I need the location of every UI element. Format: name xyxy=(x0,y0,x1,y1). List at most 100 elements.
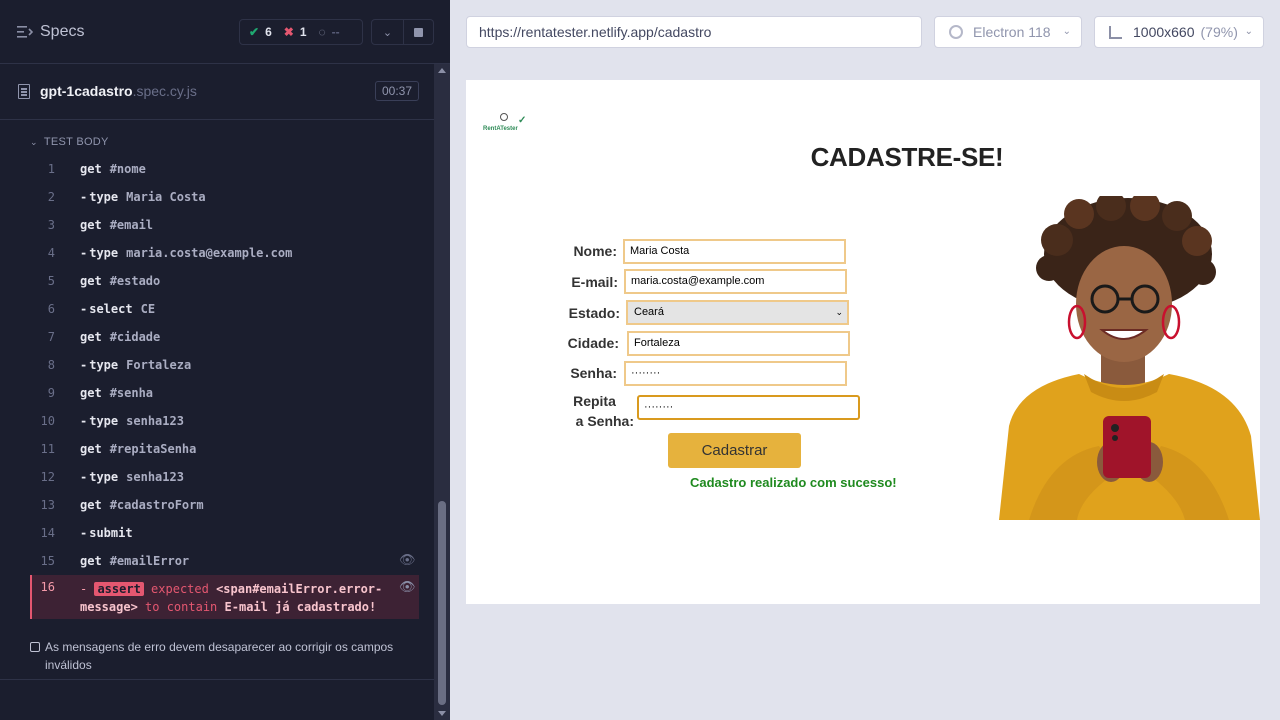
check-icon: ✔ xyxy=(249,25,260,39)
reporter-panel: Specs ✔ 6 ✖ 1 ◌ -- ⌄ gpt-1cadastro.spec.… xyxy=(0,0,450,720)
app-under-test-panel: https://rentatester.netlify.app/cadastro… xyxy=(450,0,1280,720)
eye-slash-icon[interactable]: 👁 xyxy=(399,547,416,575)
command-row[interactable]: 9 get #senha xyxy=(30,379,419,407)
site-logo[interactable]: ✓ RentATester xyxy=(483,113,529,137)
command-row[interactable]: 12 typesenha123 xyxy=(30,463,419,491)
test-stats: ✔ 6 ✖ 1 ◌ -- xyxy=(239,19,363,45)
check-icon: ✓ xyxy=(518,115,527,126)
eye-slash-icon[interactable]: 👁 xyxy=(399,580,416,595)
pending-count: ◌ -- xyxy=(318,25,340,39)
command-row[interactable]: 8 typeFortaleza xyxy=(30,351,419,379)
spec-duration-badge: 00:37 xyxy=(375,81,420,101)
email-input[interactable]: maria.costa@example.com xyxy=(624,269,847,294)
cidade-label: Cidade: xyxy=(567,335,619,351)
viewport-selector[interactable]: 1000x660 (79%) ⌄ xyxy=(1094,16,1264,48)
command-number: 10 xyxy=(40,414,55,428)
senha-input[interactable]: ········ xyxy=(624,361,847,386)
url-bar[interactable]: https://rentatester.netlify.app/cadastro xyxy=(466,16,922,48)
stop-icon xyxy=(414,27,423,37)
chevron-down-icon: ⌄ xyxy=(835,307,843,317)
command-name: typemaria.costa@example.com xyxy=(80,239,292,267)
spinner-icon: ◌ xyxy=(318,25,326,39)
chevron-down-icon: ⌄ xyxy=(382,26,393,39)
command-row[interactable]: 6 selectCE xyxy=(30,295,419,323)
command-message: Maria Costa xyxy=(126,190,206,204)
command-name: typesenha123 xyxy=(80,463,184,491)
command-row[interactable]: 5 get #estado xyxy=(30,267,419,295)
command-name: typeMaria Costa xyxy=(80,183,206,211)
failed-assert-command[interactable]: 16 - assert expected <span#emailError.err… xyxy=(30,575,419,619)
command-row[interactable]: 10 typesenha123 xyxy=(30,407,419,435)
scroll-up-arrow-icon[interactable] xyxy=(438,68,446,73)
command-row[interactable]: 15 get #emailError 👁 xyxy=(30,547,419,575)
command-number: 13 xyxy=(40,498,55,512)
command-name: selectCE xyxy=(80,295,155,323)
cidade-input[interactable]: Fortaleza xyxy=(627,331,850,356)
reporter-scrollbar[interactable] xyxy=(434,64,450,720)
command-row[interactable]: 13 get #cadastroForm xyxy=(30,491,419,519)
command-name: get #cadastroForm xyxy=(80,498,204,512)
command-name: typesenha123 xyxy=(80,407,184,435)
assert-badge: assert xyxy=(94,582,144,596)
repita-senha-label-line2: a Senha: xyxy=(575,413,634,429)
ruler-icon xyxy=(1109,26,1122,39)
command-name: get #repitaSenha xyxy=(80,442,197,456)
command-row[interactable]: 14 submit xyxy=(30,519,419,547)
command-row[interactable]: 2 typeMaria Costa xyxy=(30,183,419,211)
command-row[interactable]: 3 get #email xyxy=(30,211,419,239)
magnifier-icon xyxy=(500,113,508,121)
nome-input[interactable]: Maria Costa xyxy=(623,239,846,264)
repita-senha-input[interactable]: ········ xyxy=(637,395,860,420)
command-row[interactable]: 1 get #nome xyxy=(30,155,419,183)
chevron-down-icon: ⌄ xyxy=(30,137,38,147)
electron-icon xyxy=(949,25,963,39)
stop-button[interactable] xyxy=(404,19,434,45)
command-number: 6 xyxy=(47,302,55,316)
command-number: 2 xyxy=(47,190,55,204)
test-body-header[interactable]: ⌄ TEST BODY xyxy=(30,136,109,148)
command-name: typeFortaleza xyxy=(80,351,191,379)
command-name: get #email xyxy=(80,218,154,232)
scroll-down-arrow-icon[interactable] xyxy=(438,711,446,716)
command-message: #cadastroForm xyxy=(109,498,204,512)
command-number: 3 xyxy=(47,218,55,232)
command-message: #senha xyxy=(109,386,154,400)
spec-filename[interactable]: gpt-1cadastro.spec.cy.js xyxy=(40,83,197,99)
file-icon xyxy=(18,84,30,99)
command-number: 14 xyxy=(40,526,55,540)
failed-count: ✖ 1 xyxy=(283,25,307,39)
command-number: 5 xyxy=(47,274,55,288)
command-row[interactable]: 4 typemaria.costa@example.com xyxy=(30,239,419,267)
command-row[interactable]: 7 get #cidade xyxy=(30,323,419,351)
cadastrar-button[interactable]: Cadastrar xyxy=(668,433,801,468)
scrollbar-thumb[interactable] xyxy=(438,501,446,705)
senha-label: Senha: xyxy=(570,365,617,381)
x-icon: ✖ xyxy=(283,25,294,39)
command-message: senha123 xyxy=(126,470,184,484)
passed-count: ✔ 6 xyxy=(249,25,272,39)
test-item[interactable]: As mensagens de erro devem desaparecer a… xyxy=(30,638,420,674)
command-number: 8 xyxy=(47,358,55,372)
command-number: 4 xyxy=(47,246,55,260)
page-title: CADASTRE-SE! xyxy=(810,142,1004,172)
woman-with-phone-image xyxy=(999,196,1260,520)
specs-list-icon[interactable] xyxy=(17,25,33,39)
estado-select[interactable]: Ceará ⌄ xyxy=(626,300,849,325)
email-label: E-mail: xyxy=(571,274,618,290)
command-row[interactable]: 11 get #repitaSenha xyxy=(30,435,419,463)
command-message: #email xyxy=(109,218,154,232)
success-message: Cadastro realizado com sucesso! xyxy=(690,475,897,490)
divider xyxy=(0,679,434,680)
browser-selector[interactable]: Electron 118 ⌄ xyxy=(934,16,1082,48)
nome-label: Nome: xyxy=(573,243,617,259)
chevron-down-icon: ⌄ xyxy=(1244,26,1253,37)
command-message: #emailError xyxy=(109,554,190,568)
command-message: senha123 xyxy=(126,414,184,428)
specs-title[interactable]: Specs xyxy=(40,23,84,41)
command-number: 16 xyxy=(40,580,55,594)
auto-scroll-toggle-button[interactable]: ⌄ xyxy=(371,19,404,45)
command-name: submit xyxy=(80,519,141,547)
command-message: #estado xyxy=(109,274,161,288)
repita-senha-label-line1: Repita xyxy=(573,393,616,409)
command-name: get #cidade xyxy=(80,330,161,344)
